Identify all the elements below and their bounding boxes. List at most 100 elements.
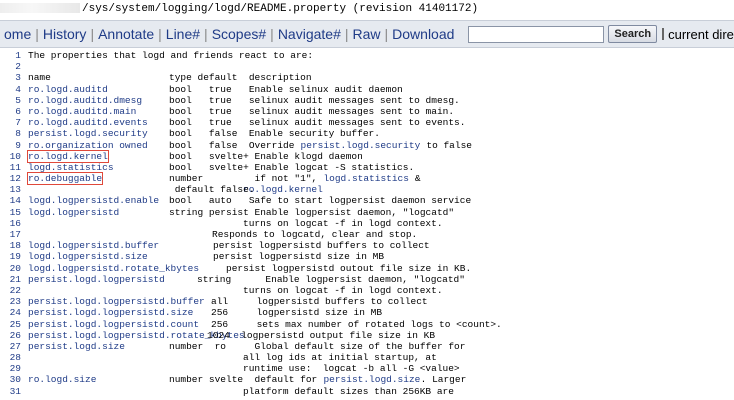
search-input[interactable] [468,25,605,43]
property-link[interactable]: logd.logpersistd.size [28,251,148,262]
code-text: 256 logpersistd size in MB [211,307,383,319]
line-number-link[interactable]: 19 [0,251,21,262]
property-link[interactable]: persist.logd.size [323,374,420,385]
property-link[interactable]: logd.statistics [28,162,114,173]
code-text: all log ids at initial startup, at [243,352,437,364]
line-number-link[interactable]: 9 [0,140,21,151]
code-line: 6 ro.logd.auditd.main bool true selinux au… [0,106,734,117]
line-number-link[interactable]: 17 [0,229,21,240]
code-text: persist logpersistd buffers to collect [213,240,430,252]
line-number-link[interactable]: 6 [0,106,21,117]
line-number-link[interactable]: 12 [0,173,21,184]
code-text: to false [420,139,472,151]
property-link[interactable]: ro.debuggable [26,172,104,186]
line-number-link[interactable]: 21 [0,274,21,285]
line-number-link[interactable]: 30 [0,374,21,385]
blurred-path-prefix [0,3,80,14]
search-button[interactable]: Search [608,25,658,43]
code-text: bool svelte+ Enable logcat -S statistics… [169,161,415,173]
nav-home[interactable]: ome [0,26,35,42]
code-text: 1024 logpersistd output file size in KB [207,329,436,341]
code-line: 9 ro.organization owned bool false Overrid… [0,140,734,151]
property-link[interactable]: persist.logd.logpersistd [28,274,165,285]
line-number-link[interactable]: 5 [0,95,21,106]
line-number-link[interactable]: 16 [0,218,21,229]
line-number-link[interactable]: 29 [0,363,21,374]
property-link[interactable]: logd.logpersistd [28,207,119,218]
line-number-link[interactable]: 22 [0,285,21,296]
code-line: 2 [0,61,734,72]
line-number-link[interactable]: 8 [0,128,21,139]
line-number-link[interactable]: 26 [0,330,21,341]
property-link[interactable]: ro.logd.kernel [243,184,323,195]
code-line: 18 logd.logpersistd.buffer persist logpers… [0,240,734,251]
code-line: 13 ro.logd.kernel default false. [0,184,734,195]
property-link[interactable]: logd.logpersistd.enable [28,195,159,206]
line-number-link[interactable]: 10 [0,151,21,162]
line-number-link[interactable]: 14 [0,195,21,206]
code-line: 12 ro.debuggable number if not "1", logd.s… [0,172,734,186]
code-text: Responds to logcatd, clear and stop. [212,229,418,240]
property-link[interactable]: ro.logd.auditd.dmesg [28,95,142,106]
property-link[interactable]: ro.logd.auditd.events [28,117,148,128]
code-text: bool true selinux audit messages sent to… [169,117,466,129]
code-text: bool true selinux audit messages sent to… [169,105,455,117]
code-line: 1 The properties that logd and friends re… [0,50,734,61]
line-number-link[interactable]: 15 [0,207,21,218]
nav-annotate[interactable]: Annotate [94,26,158,42]
line-number-link[interactable]: 24 [0,307,21,318]
line-number-link[interactable]: 1 [0,50,21,61]
code-line: 8 persist.logd.security bool false Enable … [0,128,734,139]
nav-raw[interactable]: Raw [349,26,385,42]
property-link[interactable]: ro.organization owned [28,140,148,151]
code-line: 20 logd.logpersistd.rotate_kbytes persist … [0,263,734,274]
line-number-link[interactable]: 31 [0,386,21,397]
property-link[interactable]: persist.logd.logpersistd.count [28,319,199,330]
line-number-link[interactable]: 2 [0,61,21,72]
line-number-link[interactable]: 4 [0,84,21,95]
nav-scopes[interactable]: Scopes# [208,26,270,42]
property-link[interactable]: logd.statistics [323,173,409,184]
line-number-link[interactable]: 20 [0,263,21,274]
nav-download[interactable]: Download [388,26,458,42]
code-line: 15 logd.logpersistd string persist Enable … [0,207,734,218]
line-number-link[interactable]: 11 [0,162,21,173]
file-path: /sys/system/logging/logd/README.property… [82,3,479,15]
code-text: number ro Global default size of the buf… [169,340,466,352]
property-link[interactable]: persist.logd.logpersistd.buffer [28,296,205,307]
nav-line-numbers[interactable]: Line# [162,26,204,42]
line-number-link[interactable]: 13 [0,184,21,195]
property-link[interactable]: ro.logd.size [28,374,96,385]
property-link[interactable]: ro.logd.kernel [27,149,109,163]
code-line: 28 all log ids at initial startup, at [0,352,734,363]
code-line: 26 persist.logd.logpersistd.rotate_kbytes… [0,330,734,341]
code-text: bool true Enable selinux audit daemon [169,83,403,95]
line-number-link[interactable]: 3 [0,72,21,83]
property-link[interactable]: logd.logpersistd.buffer [28,240,159,251]
property-link[interactable]: ro.logd.auditd.main [28,106,136,117]
property-link[interactable]: persist.logd.security [28,128,148,139]
code-text: string Enable logpersist daemon, "logcat… [197,273,465,285]
code-line: 11 logd.statistics bool svelte+ Enable log… [0,162,734,173]
property-link[interactable]: ro.logd.auditd [28,84,108,95]
property-link[interactable]: logd.logpersistd.rotate_kbytes [28,263,199,274]
code-text: turns on logcat -f in logd context. [243,217,443,229]
property-link[interactable]: persist.logd.logpersistd.size [28,307,193,318]
nav-history[interactable]: History [39,26,91,42]
property-link[interactable]: persist.logd.size [28,341,125,352]
line-number-link[interactable]: 18 [0,240,21,251]
code-line: 4 ro.logd.auditd bool true Enable selinux … [0,84,734,95]
current-directory-checkbox[interactable] [662,28,665,40]
current-directory-label: current director [668,26,734,42]
line-number-link[interactable]: 25 [0,319,21,330]
line-number-link[interactable]: 27 [0,341,21,352]
line-number-link[interactable]: 28 [0,352,21,363]
code-text: name [28,72,51,84]
code-text: type default description [169,72,312,84]
code-text: all logpersistd buffers to collect [211,296,428,308]
nav-navigate[interactable]: Navigate# [274,26,345,42]
code-text: & [409,173,421,185]
line-number-link[interactable]: 23 [0,296,21,307]
property-link[interactable]: persist.logd.security [301,140,421,151]
line-number-link[interactable]: 7 [0,117,21,128]
